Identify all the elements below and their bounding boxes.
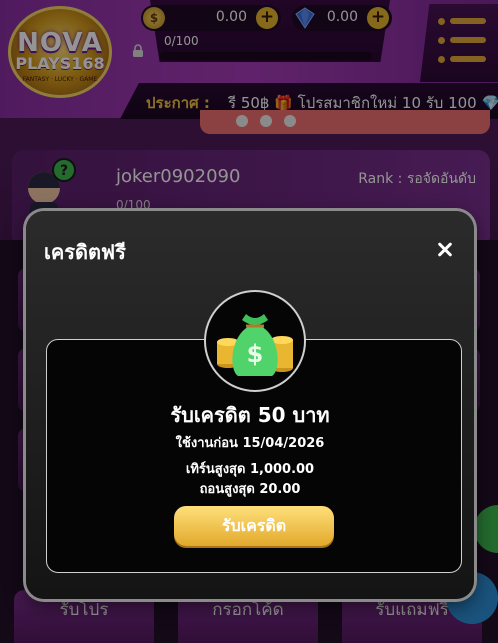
close-icon[interactable] bbox=[430, 234, 460, 264]
max-turnover: เทิร์นสูงสุด 1,000.00 bbox=[185, 462, 315, 477]
free-credit-modal: เครดิตฟรี $ รับเครดิต 50 บาท ใช้งานก่อน … bbox=[26, 211, 474, 599]
reward-amount-title: รับเครดิต 50 บาท bbox=[170, 403, 330, 427]
max-withdraw: ถอนสูงสุด 20.00 bbox=[199, 482, 301, 497]
modal-title: เครดิตฟรี bbox=[44, 240, 126, 264]
bag-dollar-sign: $ bbox=[247, 340, 264, 368]
money-bag-icon: $ bbox=[217, 314, 293, 376]
app-screen: NOVA PLAYS168 FANTASY · LUCKY · GAME $ 0… bbox=[0, 0, 498, 643]
claim-credit-button[interactable]: รับเครดิต bbox=[174, 506, 334, 546]
reward-icon-frame: $ bbox=[204, 290, 306, 392]
expiry-date: ใช้งานก่อน 15/04/2026 bbox=[175, 436, 325, 451]
